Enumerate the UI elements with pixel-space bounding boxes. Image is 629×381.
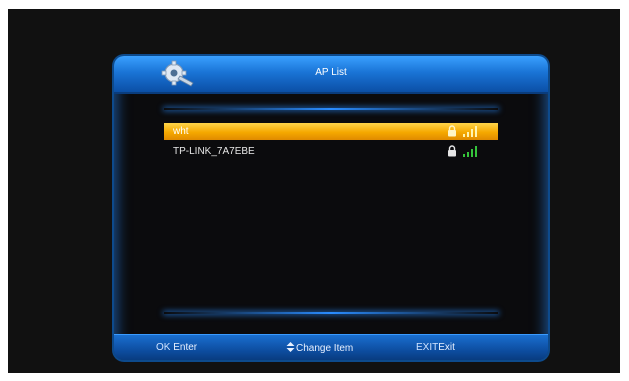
ap-item-tp-link[interactable]: TP-LINK_7A7EBE: [164, 143, 498, 160]
exit-action-label: Exit: [438, 342, 455, 353]
ap-name: wht: [173, 126, 189, 137]
exit-hint: EXITExit: [416, 342, 455, 353]
page-title: AP List: [315, 67, 347, 78]
change-item-label: Change Item: [296, 343, 354, 354]
change-item-hint: Change Item: [286, 342, 353, 354]
wifi-signal-icon: [463, 126, 477, 137]
tv-screen: AP List wht TP-LINK_7A7EBE OK Enter Chan…: [8, 9, 620, 373]
ap-name: TP-LINK_7A7EBE: [173, 146, 255, 157]
ap-list: wht TP-LINK_7A7EBE: [164, 123, 498, 163]
ok-hint: OK Enter: [156, 342, 197, 353]
top-divider: [164, 108, 498, 110]
ok-key-label: OK: [156, 342, 171, 353]
lock-icon: [448, 145, 456, 157]
bottom-divider: [164, 312, 498, 314]
ok-action-label: Enter: [173, 342, 198, 353]
ap-item-wht[interactable]: wht: [164, 123, 498, 140]
ap-list-dialog: AP List wht TP-LINK_7A7EBE OK Enter Chan…: [114, 56, 548, 360]
lock-icon: [448, 125, 456, 137]
dialog-header: AP List: [114, 56, 548, 94]
wifi-signal-icon: [463, 146, 477, 157]
help-bar: OK Enter Change Item EXITExit: [114, 334, 548, 360]
exit-key-label: EXIT: [416, 342, 439, 353]
up-down-arrow-icon: [286, 342, 295, 352]
